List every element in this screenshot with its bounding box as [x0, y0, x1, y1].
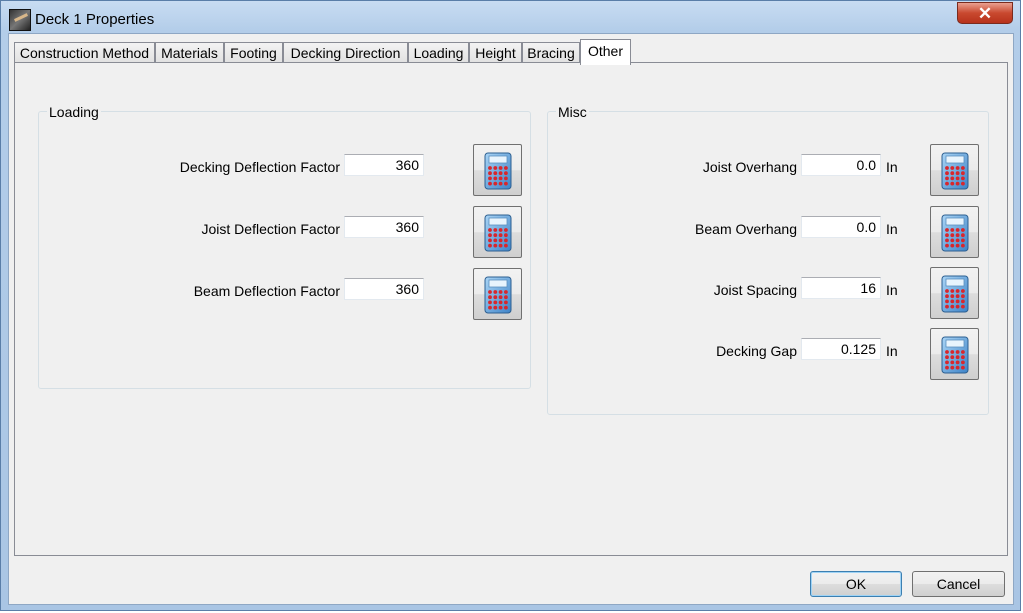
tab-other[interactable]: Other: [580, 39, 631, 65]
beam-overhang-calculator-button[interactable]: [930, 206, 979, 258]
joist-overhang-field[interactable]: 0.0: [801, 154, 881, 176]
decking-deflection-factor-field[interactable]: 360: [344, 154, 424, 176]
decking-gap-unit: In: [886, 343, 898, 359]
calculator-icon: [941, 152, 969, 190]
beam-overhang-field[interactable]: 0.0: [801, 216, 881, 238]
cancel-button[interactable]: Cancel: [912, 571, 1005, 597]
title-bar[interactable]: Deck 1 Properties ✕: [1, 1, 1020, 35]
beam-overhang-unit: In: [886, 221, 898, 237]
joist-overhang-calculator-button[interactable]: [930, 144, 979, 196]
decking-gap-calculator-button[interactable]: [930, 328, 979, 380]
dialog-window: Deck 1 Properties ✕ Construction Method …: [0, 0, 1021, 611]
tab-height[interactable]: Height: [469, 42, 522, 63]
joist-deflection-calculator-button[interactable]: [473, 206, 522, 258]
joist-overhang-unit: In: [886, 159, 898, 175]
misc-group: Misc: [547, 104, 989, 415]
tab-footing[interactable]: Footing: [224, 42, 283, 63]
loading-group-title: Loading: [47, 104, 101, 120]
decking-gap-label: Decking Gap: [716, 343, 797, 359]
joist-spacing-label: Joist Spacing: [713, 282, 797, 298]
tab-loading[interactable]: Loading: [408, 42, 469, 63]
calculator-icon: [484, 214, 512, 252]
beam-overhang-label: Beam Overhang: [695, 221, 797, 237]
dialog-client-area: Construction Method Materials Footing De…: [8, 33, 1014, 605]
window-title: Deck 1 Properties: [35, 11, 155, 28]
joist-deflection-factor-field[interactable]: 360: [344, 216, 424, 238]
loading-group: Loading: [38, 104, 531, 389]
tab-bracing[interactable]: Bracing: [522, 42, 580, 63]
calculator-icon: [941, 214, 969, 252]
calculator-icon: [484, 152, 512, 190]
beam-deflection-calculator-button[interactable]: [473, 268, 522, 320]
beam-deflection-factor-field[interactable]: 360: [344, 278, 424, 300]
tab-materials[interactable]: Materials: [155, 42, 224, 63]
misc-group-title: Misc: [556, 104, 589, 120]
close-button[interactable]: ✕: [957, 2, 1013, 24]
joist-overhang-label: Joist Overhang: [702, 159, 797, 175]
joist-deflection-factor-label: Joist Deflection Factor: [201, 221, 341, 237]
calculator-icon: [941, 275, 969, 313]
joist-spacing-calculator-button[interactable]: [930, 267, 979, 319]
decking-gap-field[interactable]: 0.125: [801, 338, 881, 360]
joist-spacing-field[interactable]: 16: [801, 277, 881, 299]
tab-construction-method[interactable]: Construction Method: [14, 42, 155, 63]
decking-deflection-factor-label: Decking Deflection Factor: [179, 159, 340, 175]
tab-decking-direction[interactable]: Decking Direction: [283, 42, 408, 63]
close-icon: ✕: [977, 4, 993, 23]
deck-app-icon: [9, 9, 31, 31]
calculator-icon: [941, 336, 969, 374]
joist-spacing-unit: In: [886, 282, 898, 298]
calculator-icon: [484, 276, 512, 314]
tab-panel-other: Loading Decking Deflection Factor 360 Jo…: [14, 62, 1008, 556]
decking-deflection-calculator-button[interactable]: [473, 144, 522, 196]
ok-button[interactable]: OK: [810, 571, 902, 597]
beam-deflection-factor-label: Beam Deflection Factor: [193, 283, 340, 299]
